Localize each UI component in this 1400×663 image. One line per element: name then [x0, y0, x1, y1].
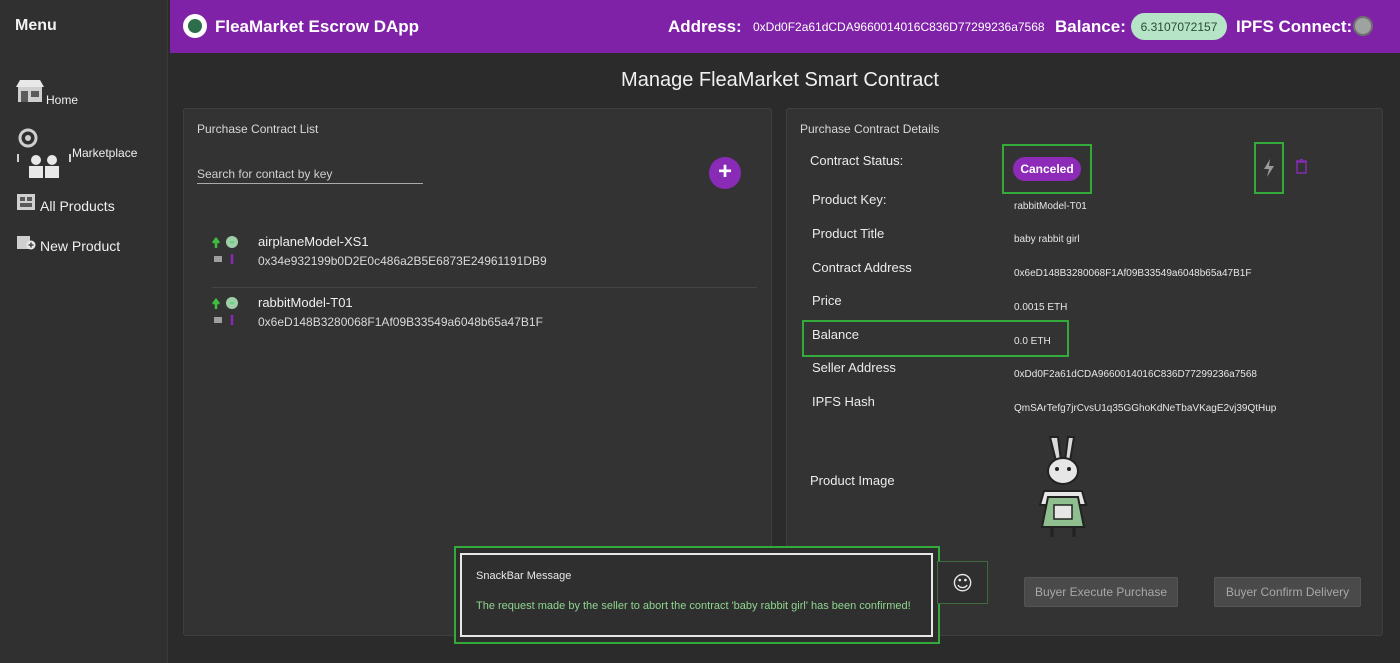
balance-field-label: Balance	[812, 327, 859, 342]
product-title-value: baby rabbit girl	[1014, 234, 1080, 245]
status-label: Contract Status:	[810, 153, 904, 168]
product-key-label: Product Key:	[812, 192, 887, 207]
sidebar-item-home[interactable]: Home	[16, 78, 78, 107]
app-title: FleaMarket Escrow DApp	[215, 17, 420, 36]
sidebar-item-label: Home	[46, 93, 79, 107]
contract-address-value: 0x6eD148B3280068F1Af09B33549a6048b65a47B…	[1014, 268, 1252, 279]
store-icon	[16, 78, 44, 107]
product-image-label: Product Image	[810, 473, 895, 488]
product-title-label: Product Title	[812, 226, 885, 241]
trash-icon[interactable]	[1296, 159, 1307, 174]
snackbar-title: SnackBar Message	[476, 570, 572, 582]
ipfs-status-indicator	[1353, 16, 1373, 36]
contract-name: airplaneModel-XS1	[258, 234, 369, 249]
buyer-execute-purchase-button[interactable]: Buyer Execute Purchase	[1024, 577, 1178, 607]
seller-address-value: 0xDd0F2a61dCDA9660014016C836D77299236a75…	[1014, 369, 1257, 380]
buyer-confirm-delivery-button[interactable]: Buyer Confirm Delivery	[1214, 577, 1361, 607]
balance-label: Balance:	[1055, 17, 1126, 36]
price-value: 0.0015 ETH	[1014, 302, 1068, 313]
contract-address: 0x34e932199b0D2E0c486a2B5E6873E24961191D…	[258, 254, 547, 268]
status-highlight: Canceled	[1002, 144, 1092, 194]
sidebar-item-new-product[interactable]: New Product	[16, 233, 120, 254]
contract-address-label: Contract Address	[812, 260, 912, 275]
balance-chip: 6.3107072157	[1131, 13, 1227, 40]
new-product-icon	[16, 233, 36, 254]
sidebar: Menu Home Marketplace All Products New P…	[0, 0, 168, 663]
balance-field-value: 0.0 ETH	[1014, 336, 1051, 347]
snackbar-content: SnackBar Message The request made by the…	[460, 553, 933, 637]
contract-status-icon	[212, 297, 238, 325]
sidebar-item-all-products[interactable]: All Products	[16, 193, 115, 214]
lightning-icon[interactable]	[1261, 158, 1277, 178]
top-app-bar: FleaMarket Escrow DApp Address: 0xDd0F2a…	[170, 0, 1400, 53]
sidebar-item-marketplace[interactable]: Marketplace	[16, 126, 137, 185]
ipfs-hash-label: IPFS Hash	[812, 394, 875, 409]
panel-title: Purchase Contract Details	[800, 122, 940, 136]
status-badge: Canceled	[1013, 157, 1081, 181]
action-highlight	[1254, 142, 1284, 194]
page-title: Manage FleaMarket Smart Contract	[621, 69, 939, 91]
list-item[interactable]: airplaneModel-XS1 0x34e932199b0D2E0c486a…	[212, 230, 757, 288]
contract-status-icon	[212, 236, 238, 264]
menu-title: Menu	[15, 17, 57, 34]
snackbar: SnackBar Message The request made by the…	[454, 546, 940, 644]
search-input[interactable]	[197, 164, 423, 184]
sidebar-item-label: All Products	[40, 198, 115, 214]
address-label: Address:	[668, 17, 742, 36]
product-key-value: rabbitModel-T01	[1014, 201, 1087, 212]
contract-address: 0x6eD148B3280068F1Af09B33549a6048b65a47B…	[258, 315, 543, 329]
sidebar-item-label: New Product	[40, 238, 121, 254]
seller-address-label: Seller Address	[812, 360, 896, 375]
sidebar-item-label: Marketplace	[72, 146, 138, 160]
ipfs-label: IPFS Connect:	[1236, 17, 1353, 36]
emoji-button[interactable]: ☺	[937, 561, 988, 604]
ipfs-hash-value: QmSArTefg7jrCvsU1q35GGhoKdNeTbaVKagE2vj3…	[1014, 403, 1277, 414]
app-logo-icon	[183, 14, 207, 38]
product-list-icon	[16, 193, 36, 214]
product-image	[1038, 436, 1088, 537]
list-item[interactable]: rabbitModel-T01 0x6eD148B3280068F1Af09B3…	[212, 291, 757, 349]
add-contract-button[interactable]: +	[709, 157, 741, 189]
contract-name: rabbitModel-T01	[258, 295, 353, 310]
snackbar-message: The request made by the seller to abort …	[476, 600, 911, 612]
address-value: 0xDd0F2a61dCDA9660014016C836D77299236a75…	[753, 20, 1045, 34]
gear-people-icon	[16, 126, 72, 185]
price-label: Price	[812, 293, 842, 308]
panel-title: Purchase Contract List	[197, 122, 319, 136]
smiley-icon: ☺	[952, 570, 973, 595]
